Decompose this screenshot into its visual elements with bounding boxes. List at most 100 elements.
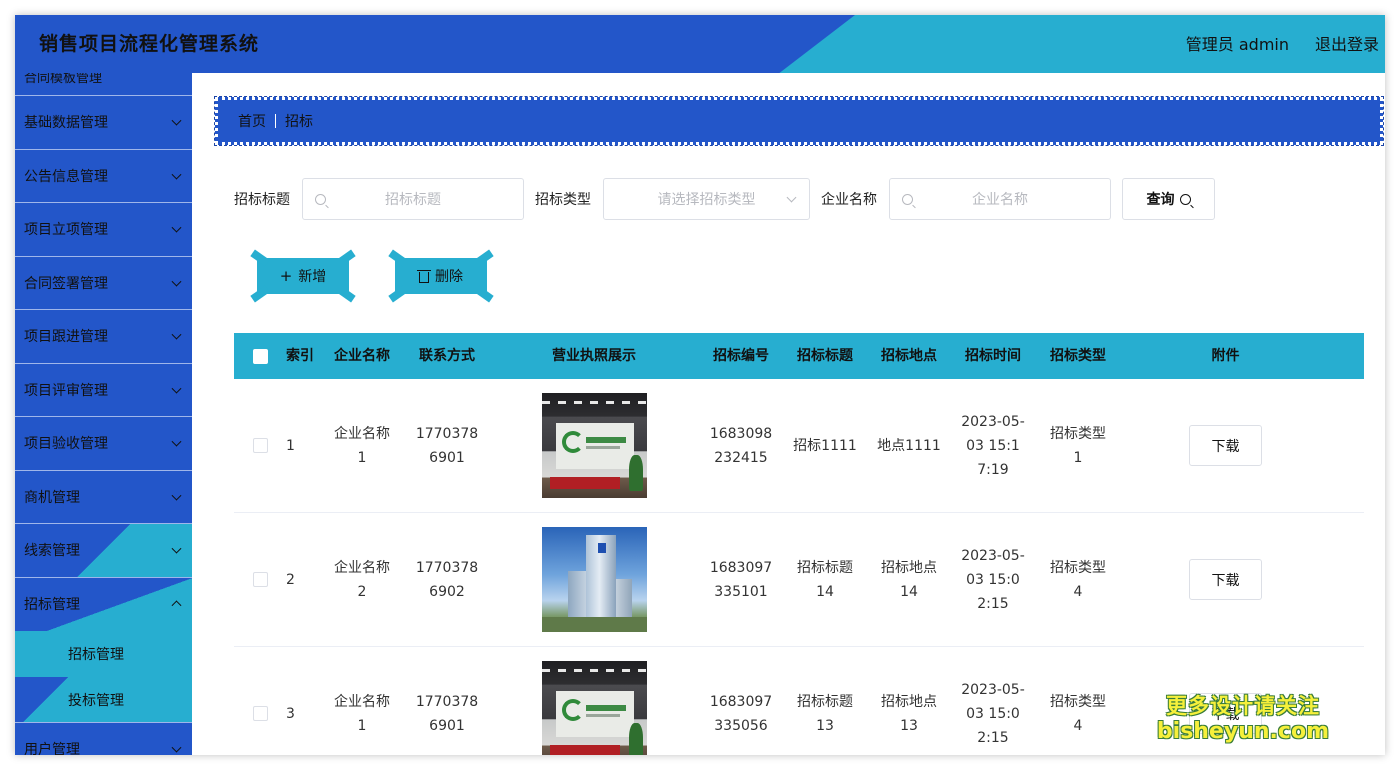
cell-location-text: 招标地点13 — [881, 693, 937, 734]
cell-phone: 17703786901 — [408, 690, 486, 738]
add-button-label: 新增 — [298, 269, 327, 285]
cell-license — [486, 527, 702, 632]
license-image[interactable] — [541, 527, 647, 632]
cell-time-text: 2023-05-03 15:02:15 — [961, 547, 1025, 612]
cell-type: 招标类型4 — [1038, 556, 1118, 604]
row-checkbox[interactable] — [252, 438, 268, 453]
cell-title: 招标标题14 — [780, 556, 870, 604]
cell-attachment: 下载 — [1118, 559, 1333, 600]
col-location: 招标地点 — [881, 348, 937, 364]
cell-time: 2023-05-03 15:02:15 — [948, 544, 1038, 616]
chevron-up-icon — [171, 600, 182, 611]
sidebar-item-project-setup[interactable]: 项目立项管理 — [15, 203, 192, 257]
cell-title: 招标1111 — [780, 434, 870, 458]
cell-license — [486, 661, 702, 755]
table-header-row: 索引 企业名称 联系方式 营业执照展示 招标编号 招标标题 招标地点 招标时间 … — [234, 333, 1364, 379]
search-title-input[interactable]: 招标标题 — [302, 178, 524, 220]
app-title: 销售项目流程化管理系统 — [39, 33, 260, 55]
license-image[interactable] — [541, 393, 647, 498]
sidebar-item-label: 合同模板管理 — [24, 73, 103, 86]
cell-license — [486, 393, 702, 498]
sidebar-item-leads[interactable]: 线索管理 — [15, 524, 192, 578]
select-all-cell — [234, 348, 286, 364]
search-title-label: 招标标题 — [234, 192, 290, 208]
sidebar-item-label: 商机管理 — [24, 489, 80, 506]
license-image[interactable] — [541, 661, 647, 755]
search-company-placeholder: 企业名称 — [972, 192, 1028, 208]
sidebar-item-announcements[interactable]: 公告信息管理 — [15, 150, 192, 203]
sidebar-item-clipped[interactable]: 合同模板管理 — [15, 73, 192, 96]
cell-company-text: 企业名称2 — [334, 559, 390, 600]
query-button[interactable]: 查询 — [1122, 178, 1215, 220]
cell-phone-text: 17703786901 — [415, 425, 479, 466]
sidebar-subitem-tender-manage[interactable]: 投标管理 — [15, 677, 192, 723]
chevron-down-icon — [171, 115, 182, 126]
search-title-placeholder: 招标标题 — [385, 192, 441, 208]
sidebar-item-label: 公告信息管理 — [24, 168, 108, 185]
chevron-down-icon — [171, 169, 182, 180]
cell-location-text: 招标地点14 — [881, 559, 937, 600]
sidebar-item-opportunities[interactable]: 商机管理 — [15, 471, 192, 524]
table-row: 1 企业名称1 17703786901 1683098232415 招标1111… — [234, 379, 1364, 513]
search-icon — [315, 194, 326, 205]
cell-title-text: 招标1111 — [793, 437, 857, 454]
cell-code: 1683098232415 — [702, 422, 780, 470]
chevron-down-icon — [171, 490, 182, 501]
sidebar-item-label: 合同签署管理 — [24, 275, 108, 292]
table-row: 2 企业名称2 17703786902 1683097335101 招标标题14… — [234, 513, 1364, 647]
chevron-down-icon — [171, 222, 182, 233]
watermark-line2: bisheyun.com — [1156, 719, 1329, 744]
top-header: 销售项目流程化管理系统 管理员 admin 退出登录 — [15, 15, 1385, 73]
search-bar: 招标标题 招标标题 招标类型 请选择招标类型 企业名称 企业名称 查询 — [234, 178, 1215, 220]
search-type-select[interactable]: 请选择招标类型 — [603, 178, 810, 220]
col-license: 营业执照展示 — [552, 348, 636, 364]
query-button-label: 查询 — [1146, 192, 1175, 208]
col-attachment: 附件 — [1211, 348, 1240, 364]
cell-type-text: 招标类型1 — [1050, 425, 1106, 466]
sidebar-item-project-review[interactable]: 项目评审管理 — [15, 364, 192, 417]
search-company-input[interactable]: 企业名称 — [889, 178, 1111, 220]
col-time: 招标时间 — [965, 348, 1021, 364]
plus-icon: + — [279, 267, 293, 285]
add-button[interactable]: + 新增 — [250, 249, 356, 303]
sidebar-item-project-followup[interactable]: 项目跟进管理 — [15, 310, 192, 364]
search-type-label: 招标类型 — [535, 192, 591, 208]
breadcrumb-home[interactable]: 首页 — [238, 111, 266, 131]
download-button[interactable]: 下载 — [1189, 425, 1262, 466]
cell-attachment: 下载 — [1118, 425, 1333, 466]
sidebar-item-label: 项目立项管理 — [24, 222, 108, 239]
cell-type: 招标类型1 — [1038, 422, 1118, 470]
download-button[interactable]: 下载 — [1189, 559, 1262, 600]
cell-company: 企业名称1 — [316, 690, 408, 738]
sidebar-item-bidding[interactable]: 招标管理 — [15, 577, 192, 631]
cell-title-text: 招标标题13 — [797, 693, 853, 734]
delete-button[interactable]: 删除 — [388, 249, 494, 303]
cell-index: 2 — [286, 571, 295, 588]
chevron-down-icon — [171, 276, 182, 287]
watermark-line1: 更多设计请关注 — [1165, 694, 1320, 718]
cell-title: 招标标题13 — [780, 690, 870, 738]
sidebar-item-users[interactable]: 用户管理 — [15, 723, 192, 755]
sidebar-item-contracts[interactable]: 合同签署管理 — [15, 257, 192, 310]
cell-location-text: 地点1111 — [877, 437, 941, 454]
search-company-label: 企业名称 — [821, 192, 877, 208]
select-all-checkbox[interactable] — [252, 348, 268, 364]
search-icon — [902, 194, 913, 205]
row-checkbox[interactable] — [252, 572, 268, 587]
trash-icon — [417, 269, 431, 283]
sidebar-item-project-acceptance[interactable]: 项目验收管理 — [15, 417, 192, 471]
sidebar-item-label: 基础数据管理 — [24, 115, 108, 132]
row-checkbox[interactable] — [252, 706, 268, 721]
sidebar-subitem-bidding-manage[interactable]: 招标管理 — [15, 631, 192, 677]
breadcrumb-separator — [275, 114, 276, 128]
logout-link[interactable]: 退出登录 — [1315, 31, 1385, 55]
search-icon — [1179, 193, 1191, 205]
cell-code: 1683097335101 — [702, 556, 780, 604]
col-type: 招标类型 — [1050, 348, 1106, 364]
cell-location: 地点1111 — [870, 434, 948, 458]
header-user-area: 管理员 admin 退出登录 — [1186, 31, 1385, 55]
breadcrumb-current: 招标 — [285, 114, 313, 130]
sidebar-item-basic-data[interactable]: 基础数据管理 — [15, 96, 192, 150]
chevron-down-icon — [171, 543, 182, 554]
bidding-table: 索引 企业名称 联系方式 营业执照展示 招标编号 招标标题 招标地点 招标时间 … — [234, 333, 1364, 755]
